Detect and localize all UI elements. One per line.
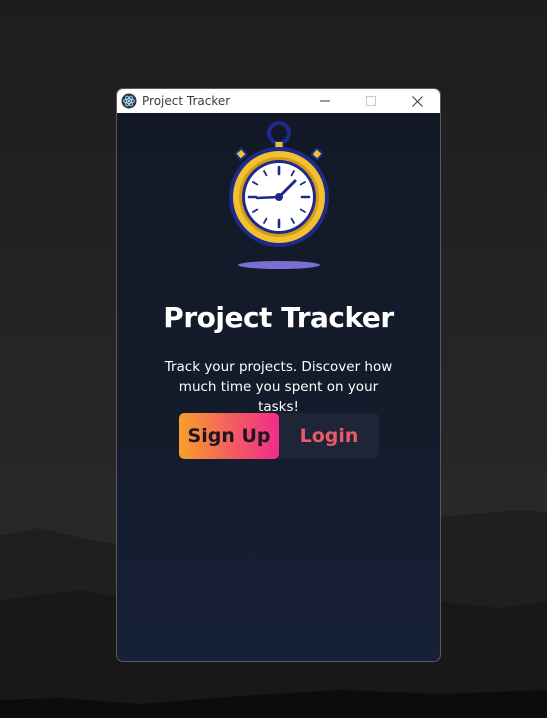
tagline: Track your projects. Discover how much t… (164, 359, 393, 415)
minimize-button[interactable] (302, 89, 348, 113)
minimize-icon (320, 100, 330, 102)
title-bar[interactable]: Project Tracker (117, 89, 440, 113)
sign-up-button[interactable]: Sign Up (179, 413, 279, 459)
electron-atom-icon (121, 93, 137, 109)
maximize-icon (366, 96, 376, 106)
window-title: Project Tracker (142, 94, 231, 108)
login-button[interactable]: Login (279, 413, 379, 459)
app-window: Project Tracker Project Tracker Track yo… (116, 88, 441, 662)
main-content: Project Tracker Track your projects. Dis… (117, 113, 440, 661)
close-button[interactable] (394, 89, 440, 113)
stopwatch-icon (229, 121, 329, 269)
app-heading: Project Tracker (163, 301, 394, 334)
maximize-button[interactable] (348, 89, 394, 113)
window-controls (302, 89, 440, 113)
desktop: Project Tracker Project Tracker Track yo… (0, 0, 547, 718)
close-icon (411, 95, 423, 107)
auth-button-group: Sign Up Login (179, 413, 379, 459)
